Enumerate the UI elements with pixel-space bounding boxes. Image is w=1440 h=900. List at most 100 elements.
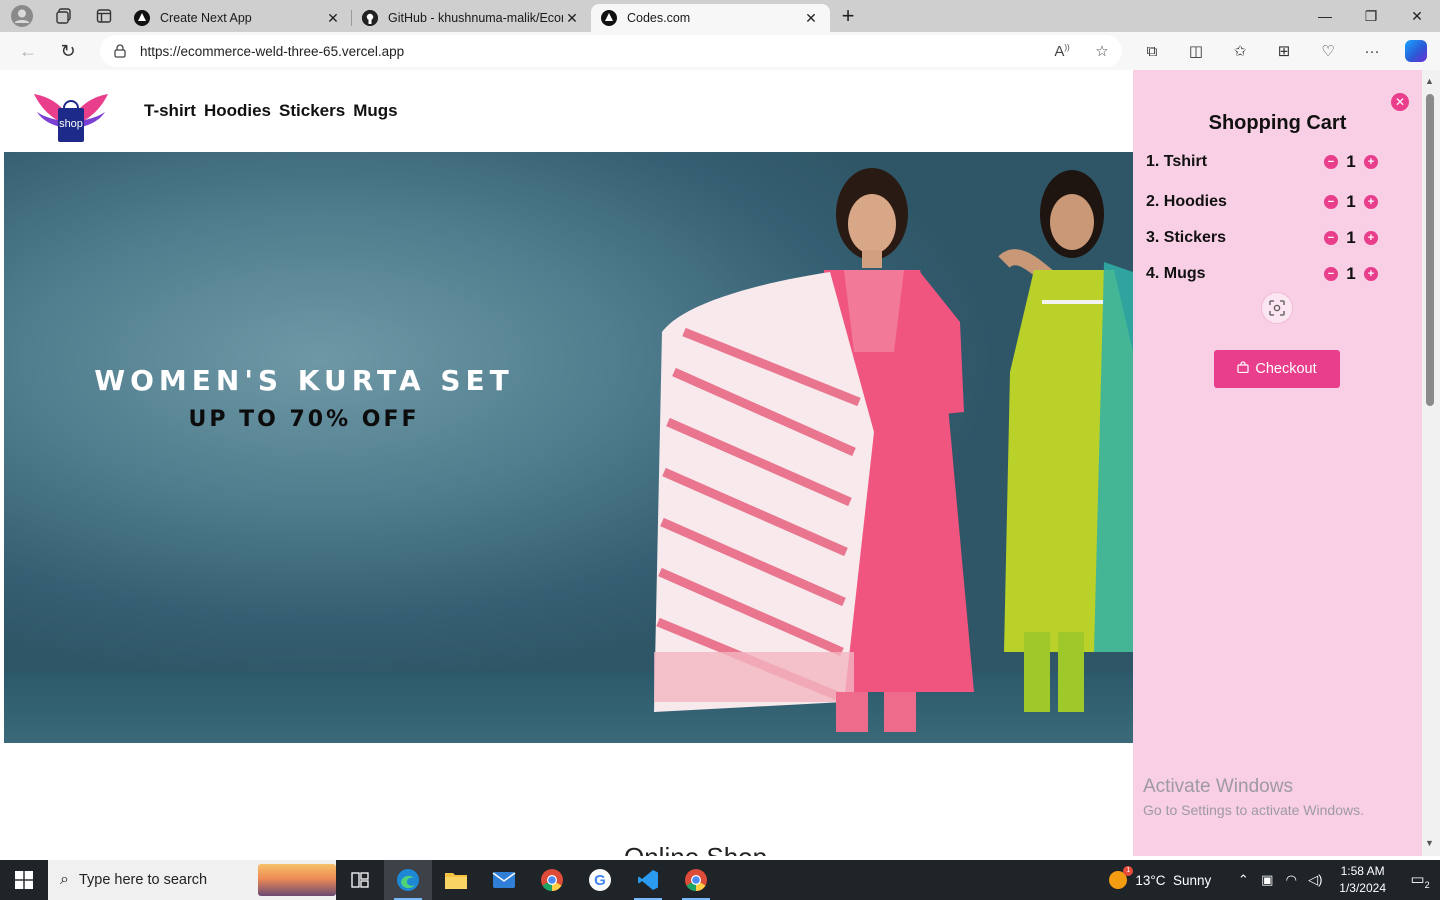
cart-item: 3. Stickers − 1 + [1146,226,1386,250]
browser-toolbar: ← ↻ https://ecommerce-weld-three-65.verc… [0,32,1440,70]
browser-tab-strip: Create Next App ✕ GitHub - khushnuma-mal… [0,0,1440,32]
close-window-icon[interactable]: ✕ [1394,0,1440,32]
close-icon[interactable]: ✕ [563,9,581,27]
notification-count: 2 [1424,880,1430,890]
plus-icon[interactable]: + [1364,231,1378,245]
hero-model-pink-kurta [654,168,974,732]
volume-icon[interactable]: ◁) [1303,872,1327,888]
tab-codes[interactable]: Codes.com ✕ [591,4,830,32]
weather-widget[interactable]: 1 13°C Sunny [1109,866,1211,889]
scrollbar-thumb[interactable] [1426,94,1434,406]
favorite-star-icon[interactable]: ☆ [1082,42,1122,60]
more-menu-icon[interactable]: ··· [1350,32,1394,70]
site-header: shop T-shirt Hoodies Stickers Mugs [4,70,1133,152]
collections-icon[interactable]: ⊞ [1262,32,1306,70]
weather-badge: 1 [1123,866,1134,876]
hero-banner[interactable]: WOMEN'S KURTA SET UP TO 70% OFF [4,152,1133,743]
close-icon[interactable]: ✕ [802,9,820,27]
checkout-button[interactable]: Checkout [1214,350,1340,388]
scroll-up-icon[interactable]: ▲ [1425,76,1434,86]
toolbar-icons: ⧉ ◫ ✩ ⊞ ♡ ··· [1130,32,1438,70]
back-icon[interactable]: ← [8,32,48,70]
refresh-icon[interactable]: ↻ [48,32,88,70]
plus-icon[interactable]: + [1364,267,1378,281]
new-tab-button[interactable]: + [830,0,866,32]
close-cart-icon[interactable]: ✕ [1391,93,1409,111]
shop-logo[interactable]: shop [34,92,108,144]
qty-stepper: − 1 + [1324,228,1378,248]
file-explorer-icon[interactable] [432,860,480,900]
clock-time: 1:58 AM [1340,864,1385,878]
favorites-icon[interactable]: ✩ [1218,32,1262,70]
split-screen-icon[interactable]: ◫ [1174,32,1218,70]
minus-icon[interactable]: − [1324,231,1338,245]
cart-item-qty: 1 [1346,264,1356,283]
nav-link-hoodies[interactable]: Hoodies [204,101,271,121]
hero-subheadline: UP TO 70% OFF [188,407,420,432]
clock[interactable]: 1:58 AM 1/3/2024 [1339,863,1386,897]
system-tray: 1 13°C Sunny ⌃ ▣ ◠ ◁) 1:58 AM 1/3/2024 ▭… [1109,860,1440,900]
task-view-icon[interactable] [336,860,384,900]
windows-start-icon[interactable] [0,860,48,900]
shopping-cart-sidebar: ✕ Shopping Cart 1. Tshirt − 1 + 2. Hoodi… [1133,70,1422,856]
google-icon[interactable]: G [576,860,624,900]
search-placeholder: Type here to search [78,872,208,888]
minimize-icon[interactable]: — [1302,0,1348,32]
read-aloud-icon[interactable]: A)) [1042,43,1082,60]
github-icon [362,10,378,26]
cart-item: 4. Mugs − 1 + [1146,262,1386,286]
minus-icon[interactable]: − [1324,195,1338,209]
tab-title: Codes.com [627,11,691,25]
window-controls: — ❐ ✕ [1302,0,1440,32]
tab-github[interactable]: GitHub - khushnuma-malik/Ecom ✕ [352,4,591,32]
qty-stepper: − 1 + [1324,192,1378,212]
chrome-icon[interactable] [672,860,720,900]
extensions-icon[interactable]: ⧉ [1130,32,1174,70]
meet-now-icon[interactable]: ▣ [1255,872,1279,888]
nav-link-mugs[interactable]: Mugs [353,101,397,121]
vscode-icon[interactable] [624,860,672,900]
scroll-down-icon[interactable]: ▼ [1425,838,1434,848]
mail-icon[interactable] [480,860,528,900]
tab-title: GitHub - khushnuma-malik/Ecom [388,11,563,25]
main-nav: T-shirt Hoodies Stickers Mugs [144,101,398,121]
plus-icon[interactable]: + [1364,155,1378,169]
page-viewport: shop T-shirt Hoodies Stickers Mugs WOMEN… [4,70,1422,856]
tab-create-next-app[interactable]: Create Next App ✕ [124,4,352,32]
windows-taskbar: ⌕ Type here to search G 1 13°C Sunny ⌃ ▣… [0,860,1440,900]
notifications-icon[interactable]: ▭2 [1400,860,1440,900]
lock-icon[interactable] [100,44,140,58]
wifi-icon[interactable]: ◠ [1279,872,1303,888]
copilot-icon[interactable] [1394,32,1438,70]
hero-model-green-kurta [998,170,1133,712]
workspaces-icon[interactable] [44,0,84,32]
visual-search-icon[interactable] [1261,292,1293,324]
close-icon[interactable]: ✕ [324,9,342,27]
tab-actions-icon[interactable] [84,0,124,32]
taskbar-search[interactable]: ⌕ Type here to search [48,860,336,900]
clock-date: 1/3/2024 [1339,881,1386,895]
chrome-icon[interactable] [528,860,576,900]
watermark-subtitle: Go to Settings to activate Windows. [1143,802,1364,818]
checkout-label: Checkout [1255,361,1317,377]
profile-icon[interactable] [0,0,44,32]
hero-headline: WOMEN'S KURTA SET [94,364,514,397]
search-highlight-image [258,864,336,896]
chevron-up-icon[interactable]: ⌃ [1231,872,1255,888]
edge-app-icon[interactable] [384,860,432,900]
section-title: Online Shop [624,842,767,856]
plus-icon[interactable]: + [1364,195,1378,209]
watermark-title: Activate Windows [1143,776,1293,797]
cart-item-qty: 1 [1346,228,1356,247]
url-text[interactable]: https://ecommerce-weld-three-65.vercel.a… [140,44,1042,59]
minus-icon[interactable]: − [1324,155,1338,169]
browser-essentials-icon[interactable]: ♡ [1306,32,1350,70]
page-scrollbar[interactable]: ▲ ▼ [1422,70,1440,856]
minus-icon[interactable]: − [1324,267,1338,281]
address-bar[interactable]: https://ecommerce-weld-three-65.vercel.a… [100,35,1122,67]
nav-link-stickers[interactable]: Stickers [279,101,345,121]
cart-item-qty: 1 [1346,192,1356,211]
nav-link-tshirt[interactable]: T-shirt [144,101,196,121]
restore-icon[interactable]: ❐ [1348,0,1394,32]
logo-text: shop [59,118,83,130]
